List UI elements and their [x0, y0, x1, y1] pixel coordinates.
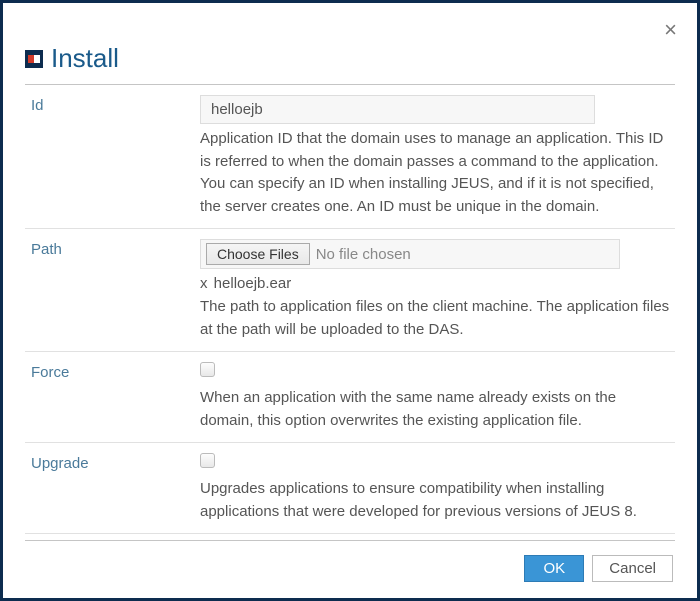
help-id: Application ID that the domain uses to m… — [200, 128, 671, 218]
force-checkbox[interactable] — [200, 362, 215, 377]
dialog-footer: OK Cancel — [25, 541, 675, 582]
cancel-button[interactable]: Cancel — [592, 555, 673, 582]
file-picker: Choose Files No file chosen — [200, 239, 620, 269]
install-dialog: Install Id Application ID that the domai… — [3, 3, 697, 600]
label-path: Path — [25, 239, 200, 341]
form: Id Application ID that the domain uses t… — [25, 85, 675, 534]
ok-button[interactable]: OK — [524, 555, 584, 582]
file-status: No file chosen — [316, 246, 411, 263]
id-input[interactable] — [200, 95, 595, 124]
row-force: Force When an application with the same … — [25, 352, 675, 443]
help-path: The path to application files on the cli… — [200, 296, 671, 341]
label-force: Force — [25, 362, 200, 432]
selected-file[interactable]: x helloejb.ear — [200, 275, 671, 292]
help-upgrade: Upgrades applications to ensure compatib… — [200, 478, 671, 523]
close-icon[interactable]: × — [664, 17, 677, 43]
row-path: Path Choose Files No file chosen x hello… — [25, 229, 675, 352]
row-upgrade: Upgrade Upgrades applications to ensure … — [25, 443, 675, 534]
row-id: Id Application ID that the domain uses t… — [25, 85, 675, 229]
label-id: Id — [25, 95, 200, 218]
upgrade-checkbox[interactable] — [200, 453, 215, 468]
dialog-title: Install — [51, 43, 119, 74]
label-upgrade: Upgrade — [25, 453, 200, 523]
dialog-header: Install — [25, 43, 675, 85]
help-force: When an application with the same name a… — [200, 387, 671, 432]
selected-file-name: helloejb.ear — [214, 275, 292, 292]
app-icon — [25, 50, 43, 68]
remove-file-icon[interactable]: x — [200, 275, 208, 292]
choose-files-button[interactable]: Choose Files — [206, 243, 310, 265]
